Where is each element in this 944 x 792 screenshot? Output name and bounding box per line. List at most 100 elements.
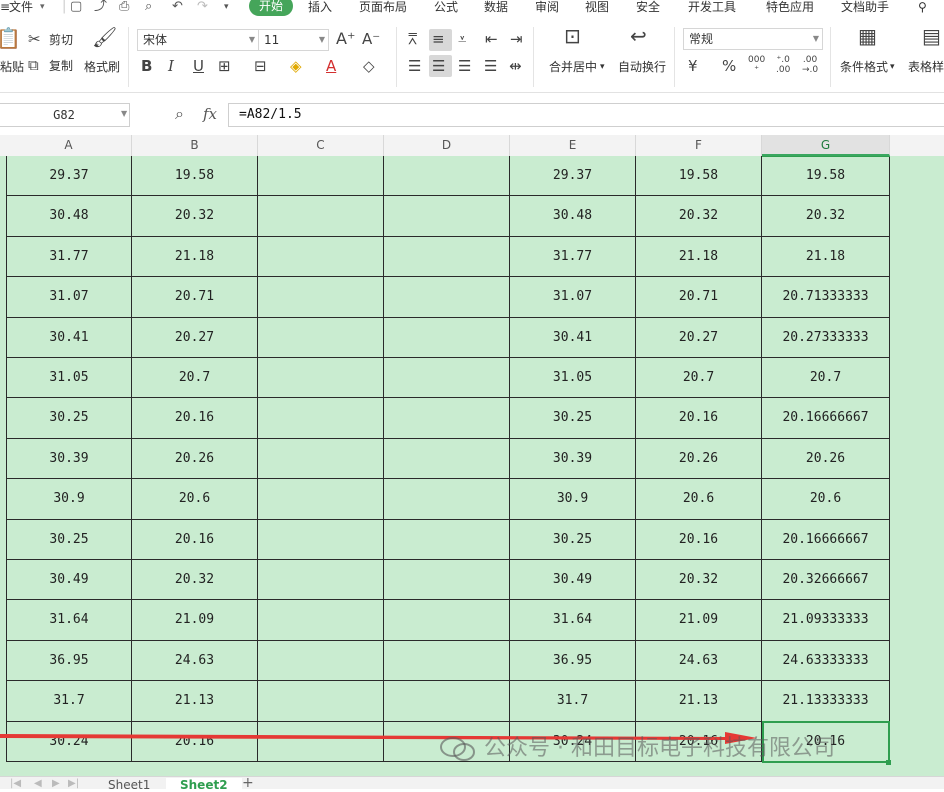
cell-b[interactable]: 20.16 xyxy=(132,519,258,560)
cell-c[interactable] xyxy=(258,156,384,197)
quick-access-dropdown-icon[interactable]: ▾ xyxy=(224,0,229,14)
align-middle-icon[interactable]: ≡ xyxy=(432,30,445,48)
cell-e[interactable]: 30.41 xyxy=(510,317,636,358)
export-icon[interactable]: ⤴ xyxy=(94,0,107,14)
underline-icon[interactable]: U xyxy=(193,57,204,75)
cell-g[interactable]: 20.32 xyxy=(762,196,890,237)
cell-e[interactable]: 31.64 xyxy=(510,600,636,641)
cell-c[interactable] xyxy=(258,600,384,641)
cell-f[interactable]: 19.58 xyxy=(636,156,762,197)
borders-icon[interactable]: ⊞ xyxy=(218,57,231,75)
menu-file[interactable]: 文件 xyxy=(9,0,33,15)
cell-g[interactable]: 20.27333333 xyxy=(762,317,890,358)
paste-icon[interactable]: 📋 xyxy=(0,28,21,48)
chevron-down-icon[interactable]: ▾ xyxy=(600,60,605,74)
wrap-text-icon[interactable]: ↩ xyxy=(630,26,647,46)
tab-security[interactable]: 安全 xyxy=(636,0,660,15)
cell-g[interactable]: 21.09333333 xyxy=(762,600,890,641)
column-header-c[interactable]: C xyxy=(258,135,384,156)
cell-b[interactable]: 20.6 xyxy=(132,479,258,520)
cell-a[interactable]: 30.49 xyxy=(6,560,132,601)
cell-g[interactable]: 24.63333333 xyxy=(762,640,890,682)
scissors-icon[interactable]: ✂ xyxy=(28,30,41,48)
zoom-icon[interactable]: ⌕ xyxy=(175,104,184,124)
column-header-e[interactable]: E xyxy=(510,135,636,156)
insert-function-button[interactable]: fx xyxy=(203,105,217,123)
fill-handle[interactable] xyxy=(886,760,891,765)
indent-increase-icon[interactable]: ⇥ xyxy=(510,30,523,48)
cell-e[interactable]: 29.37 xyxy=(510,156,636,197)
cell-f[interactable]: 20.7 xyxy=(636,358,762,399)
cell-f[interactable]: 20.32 xyxy=(636,196,762,237)
cell-b[interactable]: 20.7 xyxy=(132,358,258,399)
cell-c[interactable] xyxy=(258,236,384,278)
cell-c[interactable] xyxy=(258,681,384,722)
cell-b[interactable]: 21.18 xyxy=(132,236,258,278)
cell-d[interactable] xyxy=(384,438,510,480)
cell-c[interactable] xyxy=(258,438,384,480)
tab-developer[interactable]: 开发工具 xyxy=(688,0,736,15)
last-sheet-icon[interactable]: ▶| xyxy=(68,778,79,789)
cell-d[interactable] xyxy=(384,398,510,439)
tab-data[interactable]: 数据 xyxy=(484,0,508,15)
column-header-g[interactable]: G xyxy=(762,135,890,156)
cell-b[interactable]: 24.63 xyxy=(132,640,258,682)
save-icon[interactable]: ▢ xyxy=(70,0,82,14)
cell-d[interactable] xyxy=(384,196,510,237)
cell-a[interactable]: 31.07 xyxy=(6,277,132,318)
print-icon[interactable]: ⎙ xyxy=(119,0,129,14)
copy-button[interactable]: 复制 xyxy=(49,59,73,73)
cell-b[interactable]: 20.16 xyxy=(132,398,258,439)
cell-f[interactable]: 20.16 xyxy=(636,398,762,439)
chevron-down-icon[interactable]: ▼ xyxy=(121,109,127,118)
cell-a[interactable]: 31.77 xyxy=(6,236,132,278)
cell-e[interactable]: 30.49 xyxy=(510,560,636,601)
cell-g[interactable]: 21.18 xyxy=(762,236,890,278)
cell-g[interactable]: 20.7 xyxy=(762,358,890,399)
cell-a[interactable]: 31.7 xyxy=(6,681,132,722)
cell-c[interactable] xyxy=(258,479,384,520)
cell-g[interactable]: 20.71333333 xyxy=(762,277,890,318)
cell-e[interactable]: 31.07 xyxy=(510,277,636,318)
cell-d[interactable] xyxy=(384,317,510,358)
cell-e[interactable]: 36.95 xyxy=(510,640,636,682)
column-header-b[interactable]: B xyxy=(132,135,258,156)
tab-formulas[interactable]: 公式 xyxy=(434,0,458,15)
name-box[interactable]: G82 xyxy=(0,103,130,127)
cell-d[interactable] xyxy=(384,640,510,682)
tab-page-layout[interactable]: 页面布局 xyxy=(359,0,407,15)
cell-d[interactable] xyxy=(384,358,510,399)
formula-input[interactable]: =A82/1.5 xyxy=(228,103,944,127)
column-header-d[interactable]: D xyxy=(384,135,510,156)
cell-a[interactable]: 29.37 xyxy=(6,156,132,197)
column-header-a[interactable]: A xyxy=(6,135,132,156)
decrease-decimal-icon[interactable]: .00 →.0 xyxy=(802,55,818,75)
cell-g[interactable]: 20.16666667 xyxy=(762,398,890,439)
cell-e[interactable]: 31.7 xyxy=(510,681,636,722)
align-right-icon[interactable]: ☰ xyxy=(458,57,471,75)
tab-insert[interactable]: 插入 xyxy=(308,0,332,15)
cell-d[interactable] xyxy=(384,560,510,601)
align-left-icon[interactable]: ☰ xyxy=(408,57,421,75)
tab-doc-assistant[interactable]: 文档助手 xyxy=(841,0,889,15)
cell-f[interactable]: 21.18 xyxy=(636,236,762,278)
tab-view[interactable]: 视图 xyxy=(585,0,609,15)
cell-a[interactable]: 30.9 xyxy=(6,479,132,520)
tab-home[interactable]: 开始 xyxy=(249,0,293,16)
decrease-font-icon[interactable]: A⁻ xyxy=(362,30,380,48)
cell-e[interactable]: 30.39 xyxy=(510,438,636,480)
conditional-format-icon[interactable]: ▦ xyxy=(858,26,877,46)
cell-f[interactable]: 21.13 xyxy=(636,681,762,722)
align-center-icon[interactable]: ☰ xyxy=(432,57,445,75)
italic-icon[interactable]: I xyxy=(168,57,174,75)
cell-b[interactable]: 21.09 xyxy=(132,600,258,641)
conditional-format-button[interactable]: 条件格式 xyxy=(840,60,888,74)
cell-b[interactable]: 21.13 xyxy=(132,681,258,722)
cell-c[interactable] xyxy=(258,560,384,601)
cell-b[interactable]: 20.32 xyxy=(132,560,258,601)
cell-g[interactable]: 20.32666667 xyxy=(762,560,890,601)
cell-d[interactable] xyxy=(384,681,510,722)
indent-decrease-icon[interactable]: ⇤ xyxy=(485,30,498,48)
eraser-icon[interactable]: ◇ xyxy=(363,57,375,75)
cell-b[interactable]: 20.32 xyxy=(132,196,258,237)
